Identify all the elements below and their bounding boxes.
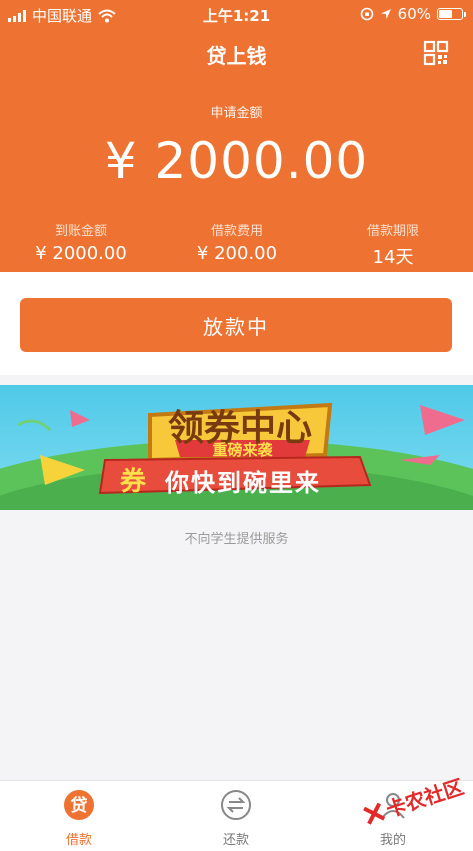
banner-slogan: 你快到碗里来 — [165, 469, 321, 497]
stat-label: 借款费用 — [210, 224, 263, 239]
stat-value: 14天 — [372, 247, 414, 268]
student-notice: 不向学生提供服务 — [184, 532, 289, 547]
coupon-banner[interactable]: 领券中心 重磅来袭 券 你快到碗里来 — [0, 385, 473, 510]
loan-status-button[interactable]: 放款中 — [20, 298, 452, 352]
location-icon — [380, 9, 391, 19]
battery-percent: 60% — [397, 5, 431, 23]
stat-term: 借款期限 14天 — [314, 220, 472, 269]
svg-text:贷: 贷 — [71, 795, 88, 816]
apply-amount-value: ¥ 2000.00 — [104, 132, 369, 190]
stat-label: 到账金额 — [54, 224, 107, 239]
banner-ribbon: 重磅来袭 — [212, 441, 273, 459]
tab-label: 还款 — [222, 833, 249, 848]
rotation-lock-icon — [360, 7, 373, 21]
page-title: 贷上钱 — [206, 44, 267, 68]
stat-value: ¥ 200.00 — [196, 243, 278, 264]
stat-fee: 借款费用 ¥ 200.00 — [158, 220, 316, 264]
status-bar: 中国联通 上午1:21 60% — [0, 0, 473, 30]
apply-amount-label: 申请金额 — [210, 106, 263, 121]
stat-value: ¥ 2000.00 — [35, 243, 127, 264]
loan-icon: 贷 — [64, 790, 94, 820]
repay-icon — [221, 790, 251, 820]
loan-header: 中国联通 上午1:21 60% 贷上钱 申请金额 ¥ 2000.00 到账金额 … — [0, 0, 473, 272]
banner-coupon-icon: 券 — [120, 467, 147, 497]
stat-label: 借款期限 — [366, 224, 419, 239]
tab-label: 借款 — [65, 833, 92, 848]
qr-code-icon[interactable] — [423, 40, 449, 66]
tab-loan[interactable]: 贷 借款 — [0, 789, 158, 848]
tab-label: 我的 — [379, 833, 406, 848]
stat-received: 到账金额 ¥ 2000.00 — [2, 220, 160, 264]
battery-icon — [437, 8, 466, 20]
tab-repay[interactable]: 还款 — [157, 789, 315, 848]
